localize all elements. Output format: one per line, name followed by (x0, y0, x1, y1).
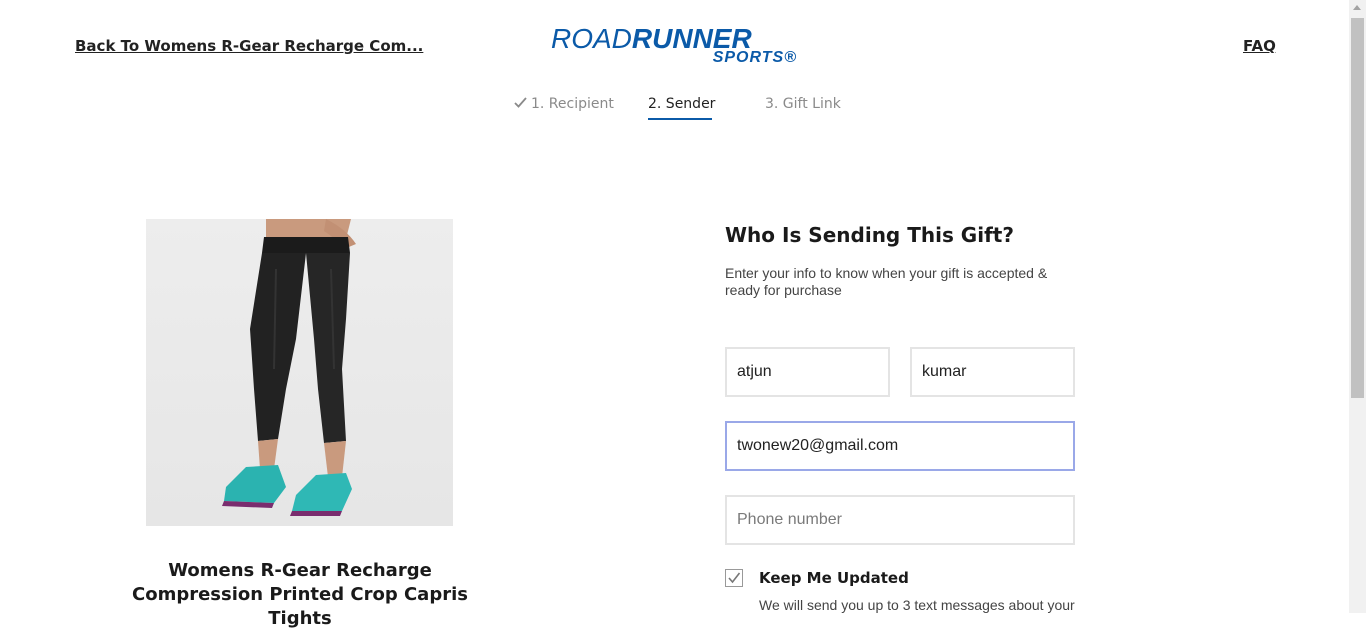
step-gift-link-label: 3. Gift Link (765, 96, 841, 112)
page-scrollbar[interactable] (1349, 0, 1366, 613)
phone-number-field[interactable] (725, 495, 1075, 545)
logo-road-text: ROAD (551, 23, 632, 54)
active-step-indicator (648, 118, 712, 120)
product-title: Womens R-Gear Recharge Compression Print… (132, 560, 468, 629)
checkmark-icon (514, 96, 527, 112)
progress-steps: 1. Recipient 2. Sender 3. Gift Link (0, 96, 1366, 126)
email-field[interactable] (725, 421, 1075, 471)
form-subheading: Enter your info to know when your gift i… (725, 265, 1048, 298)
logo-sports-text: SPORTS® (712, 49, 797, 66)
last-name-field[interactable] (910, 347, 1075, 397)
step-gift-link: 3. Gift Link (765, 96, 841, 112)
first-name-field[interactable] (725, 347, 890, 397)
scrollbar-thumb[interactable] (1351, 18, 1364, 398)
keep-updated-description: We will send you up to 3 text messages a… (759, 597, 1075, 613)
keep-updated-checkbox[interactable] (725, 569, 743, 587)
form-heading: Who Is Sending This Gift? (725, 223, 1014, 247)
keep-updated-label: Keep Me Updated (759, 569, 909, 587)
back-to-product-link[interactable]: Back To Womens R-Gear Recharge Com... (75, 37, 423, 55)
roadrunner-sports-logo[interactable]: ROADRUNNER SPORTS® (551, 24, 801, 68)
scroll-up-arrow-icon[interactable] (1353, 5, 1361, 10)
faq-link[interactable]: FAQ (1243, 37, 1276, 55)
step-recipient-label: 1. Recipient (531, 96, 614, 112)
step-recipient[interactable]: 1. Recipient (514, 96, 614, 112)
step-sender-label: 2. Sender (648, 96, 716, 112)
step-sender[interactable]: 2. Sender (648, 96, 715, 112)
product-image (146, 219, 453, 526)
checkmark-icon (728, 572, 741, 584)
